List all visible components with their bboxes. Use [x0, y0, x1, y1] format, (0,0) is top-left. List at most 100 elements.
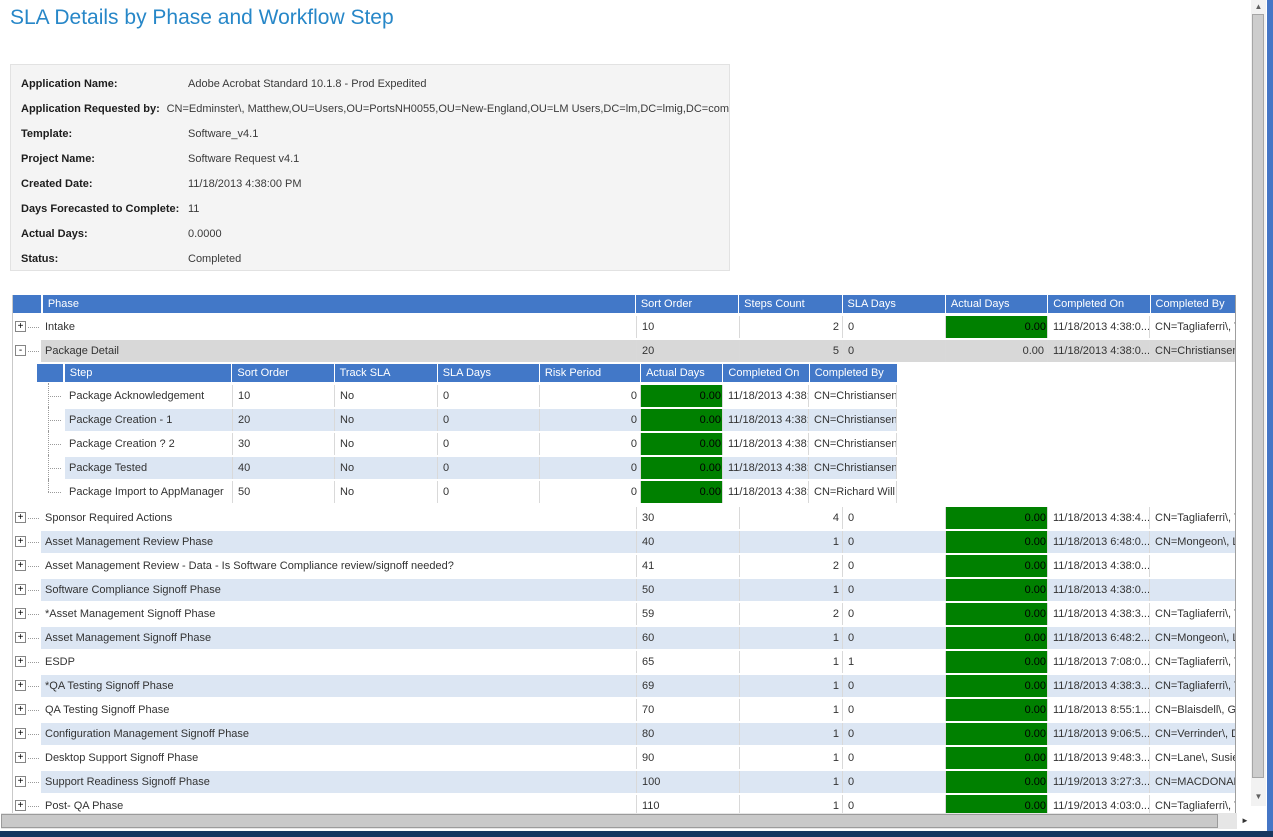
application-info-panel: Application Name:Adobe Acrobat Standard …: [10, 64, 730, 271]
expand-icon[interactable]: +: [15, 608, 26, 619]
step-name-cell: Package Import to AppManager: [65, 481, 233, 503]
step-cell-risk-period: 0: [540, 433, 641, 455]
info-field-label: Project Name:: [21, 147, 188, 172]
tree-dotted-line: [28, 351, 39, 352]
phase-row: +*QA Testing Signoff Phase69100.0011/18/…: [13, 675, 1235, 697]
phase-expander-cell: +: [13, 675, 41, 697]
tree-horizontal-line: [48, 492, 61, 493]
column-header: Sort Order: [232, 364, 333, 382]
info-field-value: Completed: [188, 247, 241, 272]
tree-vertical-line: [48, 479, 49, 492]
phase-cell-steps-count: 1: [740, 675, 843, 697]
phase-expander-cell: +: [13, 531, 41, 553]
phase-name-cell: Configuration Management Signoff Phase: [41, 723, 637, 745]
info-field-value: Software Request v4.1: [188, 147, 299, 172]
expand-icon[interactable]: +: [15, 632, 26, 643]
vertical-scrollbar-thumb[interactable]: [1252, 14, 1264, 778]
expand-icon[interactable]: +: [15, 800, 26, 811]
step-cell-completed-on: 11/18/2013 4:38:0...: [723, 385, 809, 407]
collapse-icon[interactable]: -: [15, 345, 26, 356]
phase-cell-completed-by: CN=Tagliaferri\, Ta...: [1150, 675, 1235, 697]
expand-icon[interactable]: +: [15, 560, 26, 571]
step-row: Package Creation - 120No000.0011/18/2013…: [37, 409, 897, 431]
info-field-value: 0.0000: [188, 222, 222, 247]
phase-row: +Intake10200.0011/18/2013 4:38:0...CN=Ta…: [13, 316, 1235, 338]
step-cell-completed-by: CN=Christiansen\, ...: [809, 433, 897, 455]
scroll-down-arrow-icon[interactable]: ▼: [1251, 790, 1266, 803]
info-field-row: Application Name:Adobe Acrobat Standard …: [11, 72, 729, 97]
step-cell-track-sla: No: [335, 433, 438, 455]
tree-dotted-line: [28, 566, 39, 567]
phase-cell-sla-days: 0: [843, 675, 946, 697]
phase-expander-cell: +: [13, 723, 41, 745]
phase-cell-actual-days: 0.00: [946, 627, 1048, 649]
step-cell-sla-days: 0: [438, 409, 540, 431]
phase-row: +Desktop Support Signoff Phase90100.0011…: [13, 747, 1235, 769]
phase-cell-sort-order: 60: [637, 627, 740, 649]
phase-cell-steps-count: 1: [740, 627, 843, 649]
phase-cell-completed-by: CN=Mongeon\, Le...: [1150, 531, 1235, 553]
page-title: SLA Details by Phase and Workflow Step: [10, 6, 394, 30]
horizontal-scrollbar[interactable]: [1, 813, 1237, 829]
phase-cell-sla-days: 0: [843, 747, 946, 769]
info-field-label: Template:: [21, 122, 188, 147]
expand-icon[interactable]: +: [15, 321, 26, 332]
phase-row: -Package Detail20500.0011/18/2013 4:38:0…: [13, 340, 1235, 362]
info-field-label: Application Name:: [21, 72, 188, 97]
phase-cell-actual-days: 0.00: [946, 555, 1048, 577]
phase-cell-sla-days: 0: [843, 340, 946, 362]
phase-cell-steps-count: 1: [740, 699, 843, 721]
expand-icon[interactable]: +: [15, 776, 26, 787]
phase-cell-sort-order: 30: [637, 507, 740, 529]
phase-cell-steps-count: 1: [740, 651, 843, 673]
step-name-cell: Package Acknowledgement: [65, 385, 233, 407]
step-row: Package Creation ? 230No000.0011/18/2013…: [37, 433, 897, 455]
expand-icon[interactable]: +: [15, 536, 26, 547]
scroll-right-arrow-icon[interactable]: ►: [1238, 813, 1252, 829]
tree-dotted-line: [28, 638, 39, 639]
expand-icon[interactable]: +: [15, 584, 26, 595]
horizontal-scrollbar-thumb[interactable]: [1, 814, 1218, 828]
expand-icon[interactable]: +: [15, 728, 26, 739]
phase-cell-actual-days: 0.00: [946, 723, 1048, 745]
phase-name-cell: Intake: [41, 316, 637, 338]
phase-cell-actual-days: 0.00: [946, 747, 1048, 769]
step-row: Package Import to AppManager50No000.0011…: [37, 481, 897, 503]
phase-cell-actual-days: 0.00: [946, 507, 1048, 529]
phase-cell-completed-by: [1150, 579, 1235, 601]
step-tree-cell: [37, 385, 65, 407]
phase-cell-sla-days: 0: [843, 316, 946, 338]
expand-icon[interactable]: +: [15, 656, 26, 667]
column-header: Risk Period: [540, 364, 640, 382]
phase-cell-completed-on: 11/18/2013 4:38:3...: [1048, 675, 1150, 697]
step-row: Package Acknowledgement10No000.0011/18/2…: [37, 385, 897, 407]
expand-icon[interactable]: +: [15, 752, 26, 763]
step-cell-sla-days: 0: [438, 481, 540, 503]
step-table: StepSort OrderTrack SLASLA DaysRisk Peri…: [37, 364, 897, 503]
phase-expander-cell: -: [13, 340, 41, 362]
expand-icon[interactable]: +: [15, 704, 26, 715]
expand-icon[interactable]: +: [15, 680, 26, 691]
phase-expander-cell: +: [13, 316, 41, 338]
window-bottom-border: [0, 831, 1273, 837]
phase-cell-completed-by: CN=Tagliaferri\, Ta...: [1150, 651, 1235, 673]
step-cell-sla-days: 0: [438, 385, 540, 407]
info-field-value: Software_v4.1: [188, 122, 258, 147]
phase-cell-steps-count: 2: [740, 316, 843, 338]
step-cell-sort-order: 30: [233, 433, 335, 455]
info-field-row: Status:Completed: [11, 247, 729, 272]
phase-cell-sort-order: 90: [637, 747, 740, 769]
step-cell-completed-by: CN=Christiansen\, ...: [809, 385, 897, 407]
table-header-row: StepSort OrderTrack SLASLA DaysRisk Peri…: [37, 364, 897, 382]
phase-cell-completed-on: 11/18/2013 8:55:1...: [1048, 699, 1150, 721]
phase-row: +Sponsor Required Actions30400.0011/18/2…: [13, 507, 1235, 529]
phase-cell-sla-days: 0: [843, 603, 946, 625]
step-cell-completed-by: CN=Christiansen\, ...: [809, 457, 897, 479]
step-cell-actual-days: 0.00: [641, 409, 723, 431]
step-cell-actual-days: 0.00: [641, 481, 723, 503]
page-vertical-scrollbar[interactable]: ▲ ▼: [1251, 0, 1266, 806]
phase-cell-sort-order: 70: [637, 699, 740, 721]
phase-cell-sort-order: 40: [637, 531, 740, 553]
expand-icon[interactable]: +: [15, 512, 26, 523]
scroll-up-arrow-icon[interactable]: ▲: [1251, 0, 1266, 13]
